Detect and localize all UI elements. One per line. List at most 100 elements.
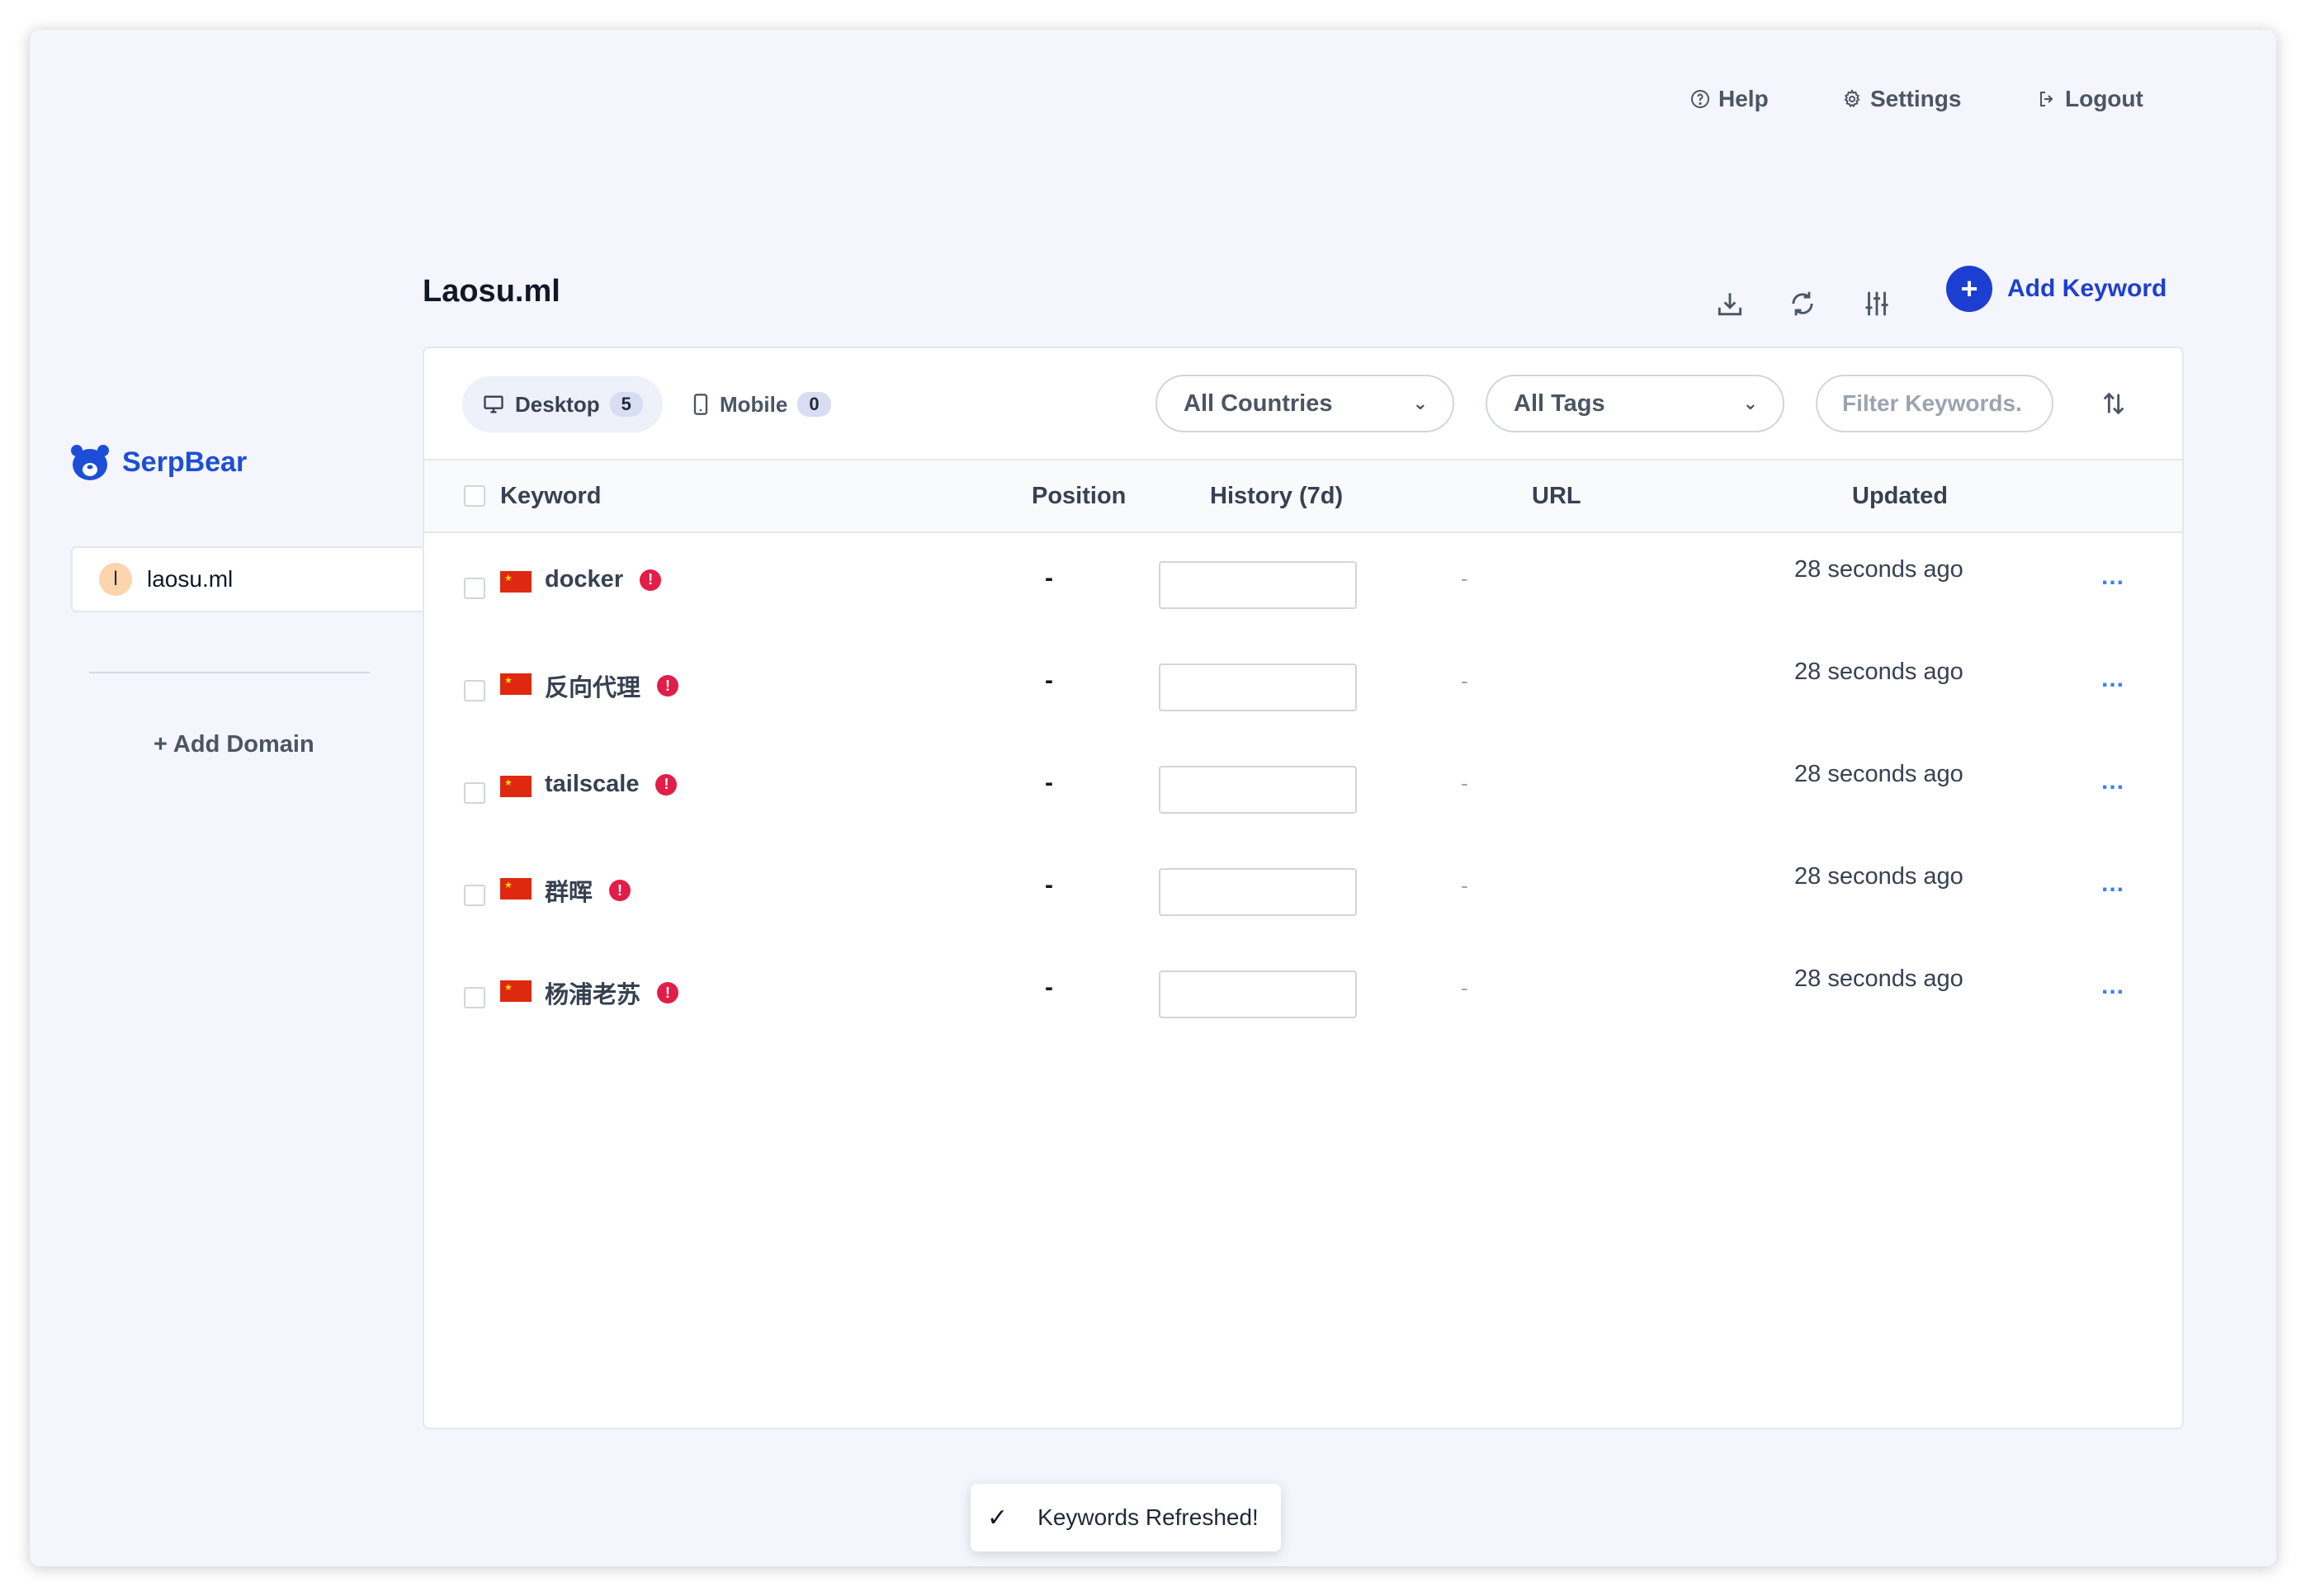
download-icon	[1718, 293, 1742, 316]
keyword-text: 群晖	[545, 880, 593, 906]
error-icon[interactable]: !	[640, 569, 662, 591]
updated-cell: 28 seconds ago	[1794, 761, 1963, 787]
column-position[interactable]: Position	[1032, 460, 1126, 531]
keyword-text: 反向代理	[545, 675, 641, 701]
history-chart	[1159, 766, 1357, 814]
position-cell: -	[1045, 871, 1053, 899]
table-row: ★ 群晖! - - 28 seconds ago ...	[424, 843, 2182, 946]
url-cell: -	[1461, 771, 1468, 796]
row-checkbox[interactable]	[464, 680, 485, 701]
keyword-cell[interactable]: tailscale!	[545, 771, 678, 798]
refresh-button[interactable]	[1784, 286, 1821, 322]
updated-cell: 28 seconds ago	[1794, 966, 1963, 992]
gear-icon	[1844, 89, 1860, 108]
toast-notification: ✓ Keywords Refreshed!	[971, 1484, 1281, 1551]
table-row: ★ 反向代理! - - 28 seconds ago ...	[424, 639, 2182, 741]
flag-cn-icon: ★	[500, 776, 532, 797]
domain-name: laosu.ml	[147, 566, 234, 592]
flag-cn-icon: ★	[500, 571, 532, 593]
row-checkbox-cell	[464, 782, 485, 804]
add-keyword-button[interactable]: + Add Keyword	[1946, 266, 2167, 312]
history-chart	[1159, 970, 1357, 1018]
position-cell: -	[1045, 974, 1053, 1001]
sidebar-item-domain[interactable]: l laosu.ml	[71, 546, 424, 612]
keyword-cell[interactable]: 群晖!	[545, 873, 631, 908]
row-more-button[interactable]: ...	[2101, 563, 2124, 591]
row-checkbox[interactable]	[464, 782, 485, 804]
sidebar-divider	[89, 672, 370, 673]
domain-avatar: l	[99, 563, 132, 596]
position-cell: -	[1045, 769, 1053, 796]
row-more-button[interactable]: ...	[2101, 665, 2124, 693]
help-label: Help	[1718, 86, 1769, 111]
logout-link[interactable]: Logout	[2037, 86, 2143, 112]
add-keyword-label: Add Keyword	[2007, 275, 2167, 302]
settings-link[interactable]: Settings	[1842, 86, 1961, 112]
table-settings-button[interactable]	[1859, 286, 1895, 322]
error-icon[interactable]: !	[657, 675, 679, 696]
select-all-checkbox[interactable]	[464, 485, 485, 507]
row-more-button[interactable]: ...	[2101, 767, 2124, 796]
row-more-button[interactable]: ...	[2101, 972, 2124, 1000]
keyword-cell[interactable]: 杨浦老苏!	[545, 975, 679, 1010]
keyword-cell[interactable]: docker!	[545, 566, 662, 593]
flag-cn-icon: ★	[500, 673, 532, 695]
settings-label: Settings	[1870, 86, 1962, 111]
desktop-icon	[484, 395, 503, 413]
keyword-text: docker	[545, 566, 624, 593]
row-checkbox[interactable]	[464, 987, 485, 1008]
updated-cell: 28 seconds ago	[1794, 659, 1963, 685]
add-domain-button[interactable]: + Add Domain	[154, 731, 314, 758]
table-row: ★ docker! - - 28 seconds ago ...	[424, 536, 2182, 639]
tags-select-value: All Tags	[1514, 390, 1605, 417]
row-checkbox[interactable]	[464, 578, 485, 599]
error-icon[interactable]: !	[609, 880, 631, 901]
column-updated: Updated	[1852, 482, 1948, 509]
sort-arrows-icon	[2103, 392, 2124, 415]
tab-mobile-label: Mobile	[720, 391, 788, 417]
countries-select-value: All Countries	[1184, 390, 1333, 417]
row-checkbox-cell	[464, 578, 485, 599]
position-cell: -	[1045, 564, 1053, 592]
filter-keywords-input[interactable]	[1816, 375, 2053, 432]
plus-icon: +	[1946, 266, 1992, 312]
row-more-button[interactable]: ...	[2101, 870, 2124, 898]
keywords-panel: Desktop 5 Mobile 0 All Countries ⌄ All T…	[423, 347, 2184, 1429]
tab-mobile[interactable]: Mobile 0	[672, 376, 851, 432]
brand-logo[interactable]: SerpBear	[69, 442, 247, 482]
row-checkbox-cell	[464, 987, 485, 1008]
countries-select[interactable]: All Countries ⌄	[1155, 375, 1454, 432]
column-keyword[interactable]: Keyword	[500, 460, 601, 531]
page-title: Laosu.ml	[423, 274, 560, 309]
row-checkbox-cell	[464, 680, 485, 701]
tab-desktop[interactable]: Desktop 5	[462, 376, 663, 432]
flag-cn-icon: ★	[500, 878, 532, 900]
error-icon[interactable]: !	[657, 982, 679, 1003]
help-link[interactable]: Help	[1690, 86, 1769, 112]
keyword-cell[interactable]: 反向代理!	[545, 668, 679, 703]
history-chart	[1159, 868, 1357, 916]
tags-select[interactable]: All Tags ⌄	[1486, 375, 1784, 432]
url-cell: -	[1461, 975, 1468, 1000]
keyword-text: 杨浦老苏	[545, 982, 641, 1008]
keywords-toolbar: Desktop 5 Mobile 0 All Countries ⌄ All T…	[424, 348, 2182, 460]
table-row: ★ 杨浦老苏! - - 28 seconds ago ...	[424, 946, 2182, 1048]
desktop-count-badge: 5	[609, 392, 643, 417]
toast-message: Keywords Refreshed!	[1037, 1504, 1259, 1530]
row-checkbox[interactable]	[464, 885, 485, 906]
keyword-text: tailscale	[545, 771, 640, 797]
updated-cell: 28 seconds ago	[1794, 556, 1963, 583]
url-cell: -	[1461, 566, 1468, 591]
sort-button[interactable]	[2093, 383, 2134, 424]
table-row: ★ tailscale! - - 28 seconds ago ...	[424, 741, 2182, 843]
select-all-checkbox-cell	[464, 460, 485, 531]
history-chart	[1159, 561, 1357, 609]
error-icon[interactable]: !	[655, 773, 678, 796]
chevron-down-icon: ⌄	[1412, 393, 1428, 413]
export-button[interactable]	[1712, 286, 1748, 322]
help-icon	[1691, 90, 1709, 108]
app-window: Help Settings Logout SerpBear l laosu.ml…	[30, 30, 2276, 1566]
bear-icon	[71, 445, 109, 480]
column-history: History (7d)	[1210, 482, 1344, 509]
mobile-icon	[693, 394, 708, 415]
